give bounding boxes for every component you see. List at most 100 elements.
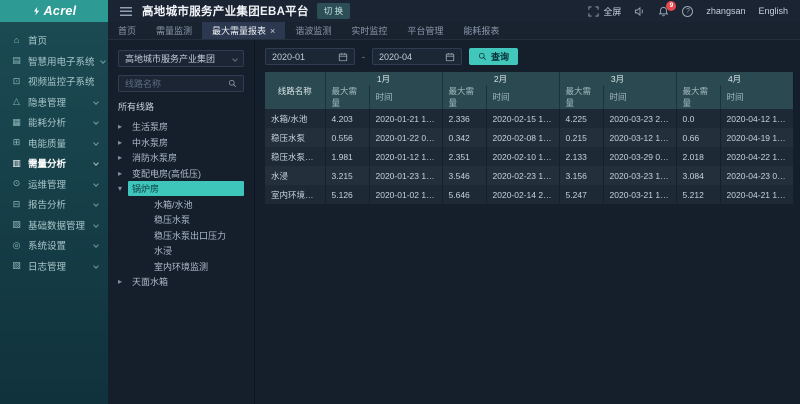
demand-cell: 4.225 [559,109,603,128]
tab-label: 需量监测 [156,24,192,37]
tree-node[interactable]: ▾锅炉房 [118,181,244,197]
tree-node[interactable]: 室内环境监测 [118,259,244,275]
user-menu[interactable]: zhangsan [706,6,745,16]
demand-analysis-icon: ▥ [11,158,22,169]
tree-node-label: 生活泵房 [128,119,172,134]
caret-icon: ▾ [118,184,128,193]
header-sub-row: 最大需量时间最大需量时间最大需量时间最大需量时间 [265,85,793,109]
time-cell: 2020-02-15 14:03:00 [486,109,559,128]
time-cell: 2020-04-21 14:42:00 [720,185,793,204]
sidebar-item[interactable]: ▥ 需量分析 [0,153,108,174]
search-input[interactable] [125,79,228,89]
close-tab-icon[interactable]: × [270,26,275,36]
fullscreen-button[interactable]: 全屏 [588,5,621,18]
table-row: 稳压水泵出口压力1.9812020-01-12 14:22:002.351202… [265,147,793,166]
volume-icon[interactable] [634,6,645,17]
demand-cell: 2.351 [442,147,486,166]
menu-toggle-icon[interactable] [120,7,132,16]
line-name-cell: 水浸 [265,166,325,185]
caret-icon: ▸ [118,122,128,131]
sidebar-item[interactable]: ▨基础数据管理 [0,215,108,236]
search-icon[interactable] [228,79,237,88]
tree-node[interactable]: ▸变配电房(高低压) [118,166,244,182]
query-button[interactable]: 查询 [469,48,518,65]
tree-node-label: 变配电房(高低压) [128,166,205,181]
demand-cell: 3.215 [325,166,369,185]
right-column: 首页 需量监测最大需量报表×谐波监测实时监控平台管理能耗报表 高地城市服务产业集团… [108,22,800,404]
chevron-down-icon [100,58,106,64]
sidebar-item-label: 首页 [28,33,47,47]
time-cell: 2020-03-21 12:23:00 [603,185,676,204]
sidebar-item[interactable]: ⊞电能质量 [0,133,108,154]
sidebar-item-label: 需量分析 [28,156,66,170]
time-cell: 2020-03-23 18:47:00 [603,166,676,185]
chevron-down-icon [93,99,99,105]
org-select-value: 高地城市服务产业集团 [125,52,215,65]
tree-node[interactable]: ▸中水泵房 [118,135,244,151]
sidebar-item[interactable]: ◎系统设置 [0,235,108,256]
main-panel: - 查询 线路名称1月2月3月4月最大需量时间最大需量时间最大需量时间最大需量时… [255,40,800,404]
tree-node[interactable]: 稳压水泵出口压力 [118,228,244,244]
tree-root-label[interactable]: 所有线路 [118,100,244,113]
date-end-picker[interactable] [372,48,462,65]
demand-table: 线路名称1月2月3月4月最大需量时间最大需量时间最大需量时间最大需量时间 水箱/… [265,72,794,204]
tree-node-label: 消防水泵房 [128,150,181,165]
date-start-picker[interactable] [265,48,355,65]
tab-label: 首页 [118,24,136,37]
column-header-line-name: 线路名称 [265,72,325,109]
sidebar-item[interactable]: ▧日志管理 [0,256,108,277]
tree-node[interactable]: 稳压水泵 [118,212,244,228]
tree-node[interactable]: ▸消防水泵房 [118,150,244,166]
tree-node[interactable]: ▸生活泵房 [118,119,244,135]
chevron-down-icon [93,222,99,228]
sidebar-item-label: 智慧用电子系统 [28,54,95,68]
column-header-month: 3月 [559,72,676,85]
sidebar-item[interactable]: ⊙ 运维管理 [0,174,108,195]
calendar-icon [445,52,455,62]
language-switch[interactable]: English [758,6,788,16]
sidebar-item-label: 隐患管理 [28,95,66,109]
sidebar-item[interactable]: ▦能耗分析 [0,112,108,133]
tab[interactable]: 实时监控 [341,22,397,39]
chevron-down-icon [93,140,99,146]
time-cell: 2020-01-22 08:43:00 [369,128,442,147]
sidebar-item[interactable]: ⊡视频监控子系统 [0,71,108,92]
tab[interactable]: 需量监测 [146,22,202,39]
search-icon [478,52,487,61]
sidebar-item[interactable]: ⌂ 首页 [0,30,108,51]
column-header-max-demand: 最大需量 [676,85,720,109]
tree-node[interactable]: 水箱/水池 [118,197,244,213]
page-title: 高地城市服务产业集团EBA平台 [142,3,309,19]
demand-cell: 0.215 [559,128,603,147]
tab[interactable]: 首页 [108,22,146,39]
demand-cell: 2.018 [676,147,720,166]
demand-cell: 0.0 [676,109,720,128]
power-quality-icon: ⊞ [11,137,22,148]
sidebar-item[interactable]: △隐患管理 [0,92,108,113]
home-icon: ⌂ [11,35,22,45]
tree-node[interactable]: 水浸 [118,243,244,259]
date-start-input[interactable] [272,52,327,62]
sidebar-item[interactable]: ▤智慧用电子系统 [0,51,108,72]
tab[interactable]: 最大需量报表× [202,22,285,39]
sidebar-item-label: 日志管理 [28,259,66,273]
basic-data-icon: ▨ [11,219,22,230]
column-header-max-demand: 最大需量 [325,85,369,109]
notifications-button[interactable]: 9 [658,6,669,17]
tab[interactable]: 能耗报表 [453,22,509,39]
sidebar-item[interactable]: ⊟报告分析 [0,194,108,215]
operation-icon: ⊙ [11,178,22,189]
sidebar-item-label: 能耗分析 [28,115,66,129]
switch-button[interactable]: 切 换 [317,3,350,19]
time-cell: 2020-04-23 08:41:00 [720,166,793,185]
tab[interactable]: 平台管理 [397,22,453,39]
help-icon[interactable]: ? [682,6,693,17]
date-end-input[interactable] [379,52,434,62]
tree-node[interactable]: ▸天面水箱 [118,274,244,290]
acrel-logo: Acrel [0,0,108,22]
org-select[interactable]: 高地城市服务产业集团 [118,50,244,67]
sidebar-item-label: 运维管理 [28,177,66,191]
tree-node-label: 水箱/水池 [150,197,197,212]
tab[interactable]: 谐波监测 [285,22,341,39]
demand-cell: 5.247 [559,185,603,204]
